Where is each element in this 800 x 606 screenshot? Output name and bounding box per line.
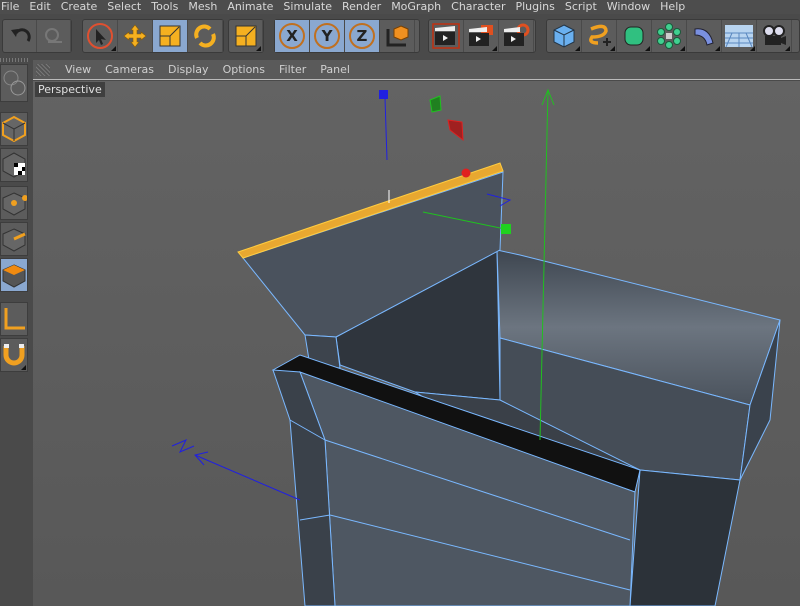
rotate-icon [194,24,216,48]
palette-grip[interactable] [0,58,28,62]
mode-palette [0,56,30,606]
menu-character[interactable]: Character [446,0,510,14]
menu-tools[interactable]: Tools [146,0,183,14]
live-selection-icon [87,23,113,49]
points-mode-button[interactable] [0,186,28,220]
edges-mode-button[interactable] [0,222,28,256]
y-axis-label: Y [321,27,334,45]
model-mode-icon [3,70,26,96]
render-picture-viewer-icon [469,25,493,46]
y-axis-lock-button[interactable]: Y [310,20,345,52]
workplane-button[interactable] [0,302,28,336]
coordinate-system-icon [386,25,409,47]
object-mode-icon [2,115,26,143]
menu-mesh[interactable]: Mesh [183,0,222,14]
render-view-button[interactable] [429,20,464,52]
floor-button[interactable] [722,20,757,52]
menu-script[interactable]: Script [560,0,602,14]
camera-button[interactable] [757,20,792,52]
model-mode-button[interactable] [0,64,28,102]
cloner-icon [657,23,681,49]
scale-icon [159,25,181,47]
points-mode-icon [2,192,27,216]
render-to-picture-viewer-button[interactable] [464,20,499,52]
redo-button[interactable] [37,20,71,52]
x-axis-icon: X [279,23,305,49]
undo-icon [10,28,31,42]
viewport-menu-panel[interactable]: Panel [313,63,357,76]
render-settings-icon [504,23,530,46]
edges-mode-icon [2,228,26,252]
cloner-button[interactable] [652,20,687,52]
subdivision-surface-icon [624,26,644,46]
menu-select[interactable]: Select [102,0,146,14]
perspective-viewport[interactable]: Perspective [33,81,800,606]
recent-tool-button[interactable] [229,20,263,52]
y-axis-icon: Y [314,23,340,49]
menu-bar: File Edit Create Select Tools Mesh Anima… [0,0,800,14]
menu-render[interactable]: Render [337,0,386,14]
spline-pen-icon [589,24,611,46]
render-settings-button[interactable] [499,20,534,52]
camera-label: Perspective [35,82,105,97]
viewport-menu-cameras[interactable]: Cameras [98,63,161,76]
menu-mograph[interactable]: MoGraph [386,0,446,14]
bend-deformer-button[interactable] [687,20,722,52]
gizmo-x-handle[interactable] [461,168,471,178]
viewport-menu-display[interactable]: Display [161,63,216,76]
viewport-grip[interactable] [36,63,50,76]
cube-icon [553,24,575,48]
x-axis-lock-button[interactable]: X [275,20,310,52]
viewport-menu-options[interactable]: Options [216,63,272,76]
object-mode-button[interactable] [0,112,28,146]
x-axis-label: X [286,27,298,45]
toolbar: X Y Z [0,16,800,56]
coordinate-system-button[interactable] [380,20,415,52]
z-axis-icon: Z [349,23,375,49]
scale-button[interactable] [153,20,188,52]
menu-window[interactable]: Window [602,0,655,14]
menu-file[interactable]: File [0,0,24,14]
gizmo-z-handle[interactable] [379,90,388,99]
z-axis-lock-button[interactable]: Z [345,20,380,52]
polygons-mode-icon [2,264,26,288]
polygons-mode-button[interactable] [0,258,28,292]
redo-icon [44,28,62,43]
axis-icon [4,308,25,330]
live-selection-button[interactable] [83,20,118,52]
bend-deformer-icon [694,28,714,46]
move-button[interactable] [118,20,153,52]
camera-icon [763,25,786,45]
render-view-icon [432,23,460,49]
subdivision-surface-button[interactable] [617,20,652,52]
menu-help[interactable]: Help [655,0,690,14]
menu-create[interactable]: Create [56,0,103,14]
viewport-menu-filter[interactable]: Filter [272,63,313,76]
undo-button[interactable] [3,20,37,52]
viewport-menu-view[interactable]: View [58,63,98,76]
gizmo-y-handle[interactable] [501,224,511,234]
menu-simulate[interactable]: Simulate [278,0,337,14]
move-icon [123,24,147,48]
texture-mode-button[interactable] [0,148,28,182]
menu-animate[interactable]: Animate [222,0,278,14]
scene-canvas[interactable] [33,81,800,606]
spline-pen-button[interactable] [582,20,617,52]
viewport-menu-bar: View Cameras Display Options Filter Pane… [33,60,800,80]
snap-button[interactable] [0,338,28,372]
recent-tool-icon [235,25,256,47]
menu-edit[interactable]: Edit [24,0,55,14]
cube-button[interactable] [547,20,582,52]
z-axis-label: Z [357,27,368,45]
rotate-button[interactable] [188,20,223,52]
menu-plugins[interactable]: Plugins [510,0,559,14]
texture-mode-icon [2,152,26,178]
